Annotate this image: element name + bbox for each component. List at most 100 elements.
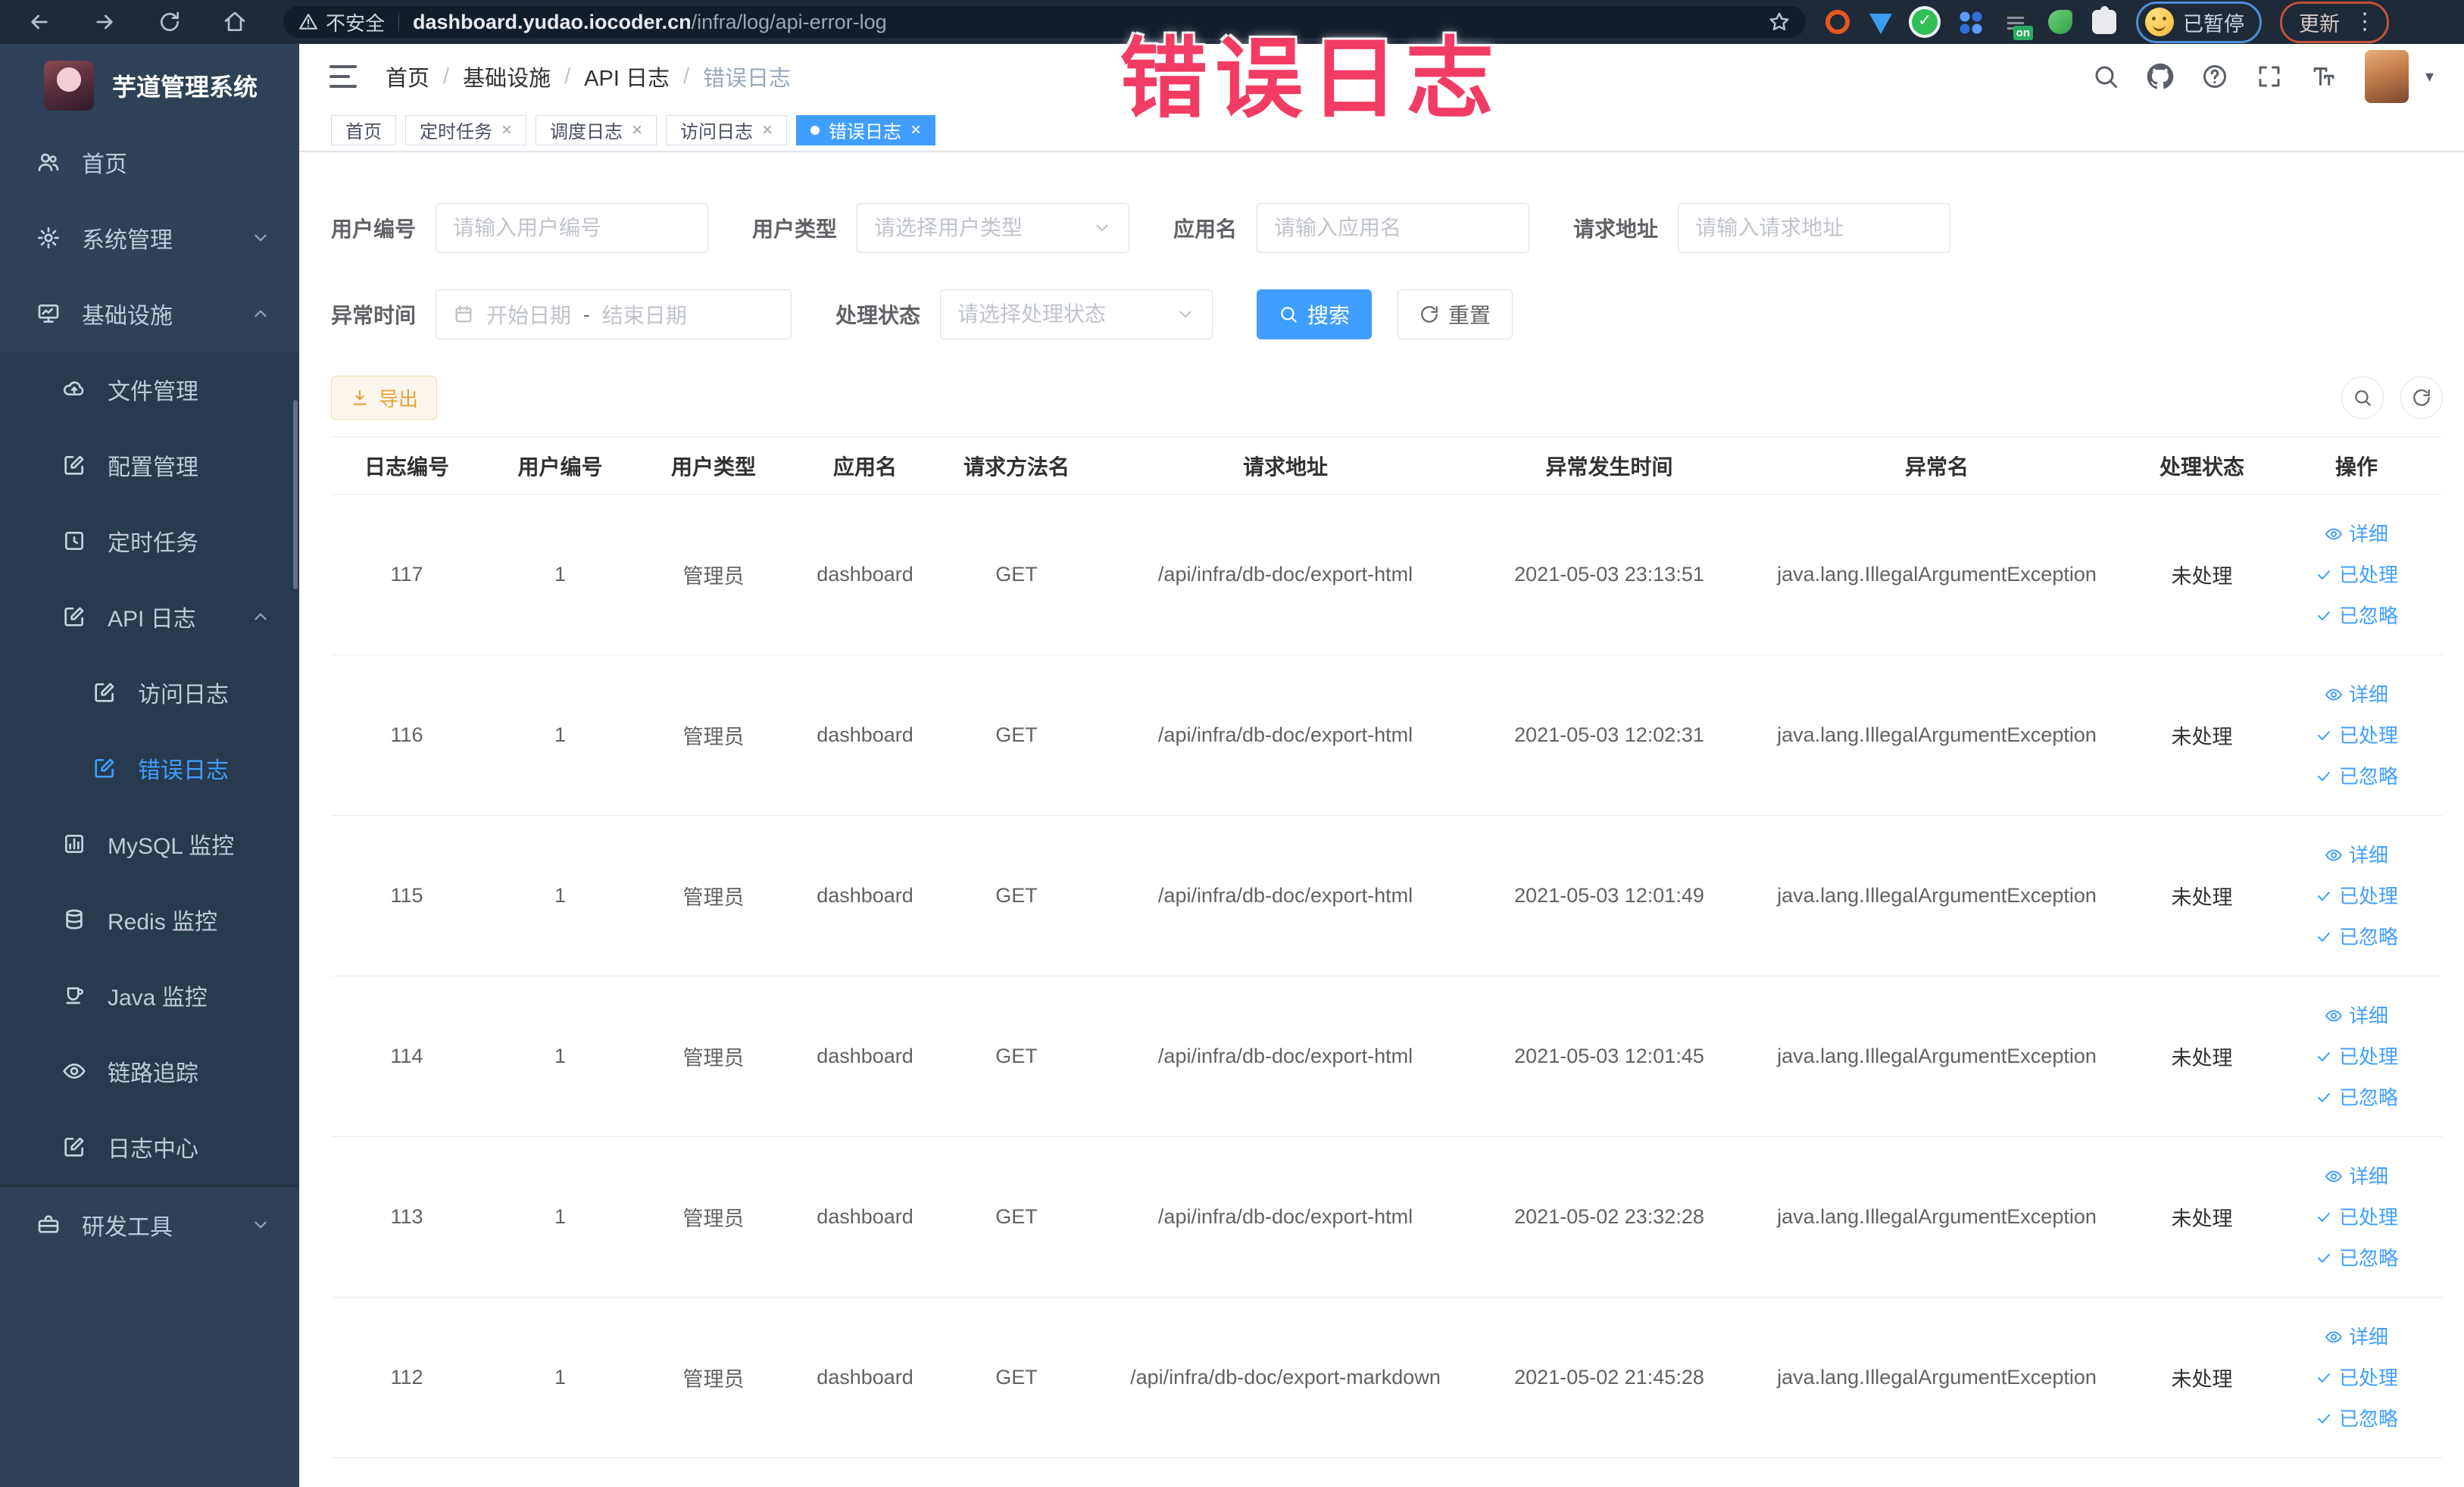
reset-button[interactable]: 重置 (1398, 289, 1513, 339)
ignored-link[interactable]: 已忽略 (2270, 756, 2443, 797)
process-status-select[interactable] (940, 289, 1213, 339)
security-label[interactable]: 不安全 (326, 8, 385, 36)
drop-blue-icon[interactable] (1869, 13, 1892, 34)
paused-badge[interactable]: 已暂停 (2136, 1, 2262, 43)
close-icon[interactable]: × (910, 120, 921, 139)
puzzle-icon[interactable] (2092, 6, 2116, 34)
cell-用户编号: 1 (482, 815, 638, 976)
detail-link[interactable]: 详细 (2270, 835, 2443, 876)
caret-down-icon[interactable]: ▾ (2425, 67, 2434, 86)
sidebar-item-基础设施[interactable]: 基础设施 (0, 276, 299, 351)
url-text[interactable]: dashboard.yudao.iocoder.cn/infra/log/api… (413, 11, 887, 34)
font-size-icon[interactable] (2310, 63, 2338, 90)
browser-menu-icon[interactable]: ⋮ (2353, 11, 2376, 33)
grid-blue-icon[interactable] (1957, 9, 1983, 35)
tab-定时任务[interactable]: 定时任务 × (405, 114, 527, 145)
sidebar-item-访问日志[interactable]: 访问日志 (0, 654, 299, 730)
tab-错误日志[interactable]: 错误日志 × (796, 114, 936, 145)
address-bar[interactable]: 不安全 dashboard.yudao.iocoder.cn/infra/log… (283, 6, 1806, 38)
breadcrumb-item[interactable]: API 日志 (584, 61, 670, 92)
sidebar-item-Java 监控[interactable]: Java 监控 (0, 957, 299, 1033)
search-icon (1279, 305, 1298, 324)
tab-首页[interactable]: 首页 (331, 114, 396, 145)
sidebar-item-文件管理[interactable]: 文件管理 (0, 351, 299, 427)
export-button[interactable]: 导出 (331, 376, 438, 420)
detail-link[interactable]: 详细 (2270, 995, 2443, 1036)
forward-icon[interactable] (88, 5, 121, 39)
ignored-link[interactable]: 已忽略 (2270, 1398, 2443, 1439)
tab-访问日志[interactable]: 访问日志 × (666, 114, 788, 145)
toggle-search-button[interactable] (2341, 376, 2384, 419)
logo-row[interactable]: 芋道管理系统 (0, 44, 299, 124)
help-icon[interactable] (2201, 63, 2228, 90)
browser-home-icon[interactable] (218, 5, 251, 39)
sidebar-item-Redis 监控[interactable]: Redis 监控 (0, 882, 299, 957)
sidebar-item-日志中心[interactable]: 日志中心 (0, 1109, 299, 1185)
user-type-select[interactable] (857, 203, 1130, 253)
processed-link[interactable]: 已处理 (2270, 555, 2443, 595)
sidebar-item-研发工具[interactable]: 研发工具 (0, 1187, 299, 1263)
sidebar-item-错误日志[interactable]: 错误日志 (0, 730, 299, 806)
processed-link[interactable]: 已处理 (2270, 876, 2443, 917)
sidebar-item-定时任务[interactable]: 定时任务 (0, 503, 299, 579)
sidebar-item-首页[interactable]: 首页 (0, 124, 299, 200)
github-icon[interactable] (2147, 63, 2174, 90)
eye-icon (62, 1059, 86, 1083)
cell-异常名: java.lang.IllegalArgumentException (1740, 494, 2134, 655)
close-icon[interactable]: × (632, 120, 642, 139)
app-name-field[interactable] (1257, 203, 1530, 253)
detail-link[interactable]: 详细 (2270, 1156, 2443, 1197)
refresh-button[interactable] (2400, 376, 2443, 419)
sidebar-scrollbar[interactable] (293, 400, 298, 589)
hamburger-icon[interactable] (329, 65, 357, 88)
search-icon[interactable] (2092, 63, 2119, 90)
request-url-field[interactable] (1678, 203, 1951, 253)
sidebar-item-链路追踪[interactable]: 链路追踪 (0, 1033, 299, 1109)
start-date-placeholder[interactable]: 开始日期 (486, 299, 571, 330)
close-icon[interactable]: × (501, 120, 512, 139)
reload-icon[interactable] (153, 5, 186, 39)
ignored-link[interactable]: 已忽略 (2270, 1238, 2443, 1279)
table-row: 112 1 管理员 dashboard GET/api/infra/db-doc/exp… (331, 1297, 2443, 1458)
user-type-input[interactable] (874, 216, 1093, 240)
app-name-input[interactable] (1274, 216, 1513, 240)
sidebar-item-系统管理[interactable]: 系统管理 (0, 200, 299, 276)
sidebar-item-API 日志[interactable]: API 日志 (0, 579, 299, 654)
close-icon[interactable]: × (762, 120, 773, 139)
detail-link[interactable]: 详细 (2270, 1317, 2443, 1357)
processed-link[interactable]: 已处理 (2270, 1036, 2443, 1077)
processed-link[interactable]: 已处理 (2270, 715, 2443, 756)
detail-link[interactable]: 详细 (2270, 514, 2443, 555)
cell-用户编号: 1 (482, 976, 638, 1137)
user-id-field[interactable] (436, 203, 709, 253)
ignored-link[interactable]: 已忽略 (2270, 917, 2443, 957)
cell-用户类型: 管理员 (638, 1297, 789, 1458)
update-badge[interactable]: 更新 ⋮ (2280, 1, 2389, 43)
check-green-icon[interactable] (1912, 9, 1938, 35)
exception-time-range[interactable]: 开始日期 - 结束日期 (436, 289, 792, 339)
processed-link[interactable]: 已处理 (2270, 1357, 2443, 1398)
ignored-link[interactable]: 已忽略 (2270, 595, 2443, 636)
detail-link[interactable]: 详细 (2270, 674, 2443, 715)
process-status-input[interactable] (957, 302, 1176, 326)
search-button[interactable]: 搜索 (1257, 289, 1373, 339)
bookmark-star-icon[interactable] (1768, 11, 1791, 33)
tab-调度日志[interactable]: 调度日志 × (536, 114, 657, 145)
user-id-input[interactable] (453, 216, 692, 240)
circle-orange-icon[interactable] (1825, 10, 1850, 34)
sidebar-item-label: 配置管理 (108, 455, 198, 480)
ignored-link[interactable]: 已忽略 (2270, 1077, 2443, 1118)
breadcrumb-item[interactable]: 首页 (386, 61, 429, 92)
request-url-input[interactable] (1695, 216, 1934, 240)
sidebar-item-配置管理[interactable]: 配置管理 (0, 427, 299, 503)
switch-on-icon[interactable] (2003, 11, 2033, 40)
processed-link[interactable]: 已处理 (2270, 1197, 2443, 1238)
avatar[interactable] (2364, 50, 2409, 103)
fullscreen-icon[interactable] (2256, 63, 2283, 90)
end-date-placeholder[interactable]: 结束日期 (602, 299, 687, 330)
leaf-green-icon[interactable] (2048, 10, 2072, 34)
back-icon[interactable] (23, 5, 56, 39)
breadcrumb-item[interactable]: 基础设施 (463, 61, 551, 92)
sidebar-item-MySQL 监控[interactable]: MySQL 监控 (0, 806, 299, 882)
table-row: 113 1 管理员 dashboard GET/api/infra/db-doc/exp… (331, 1136, 2443, 1298)
